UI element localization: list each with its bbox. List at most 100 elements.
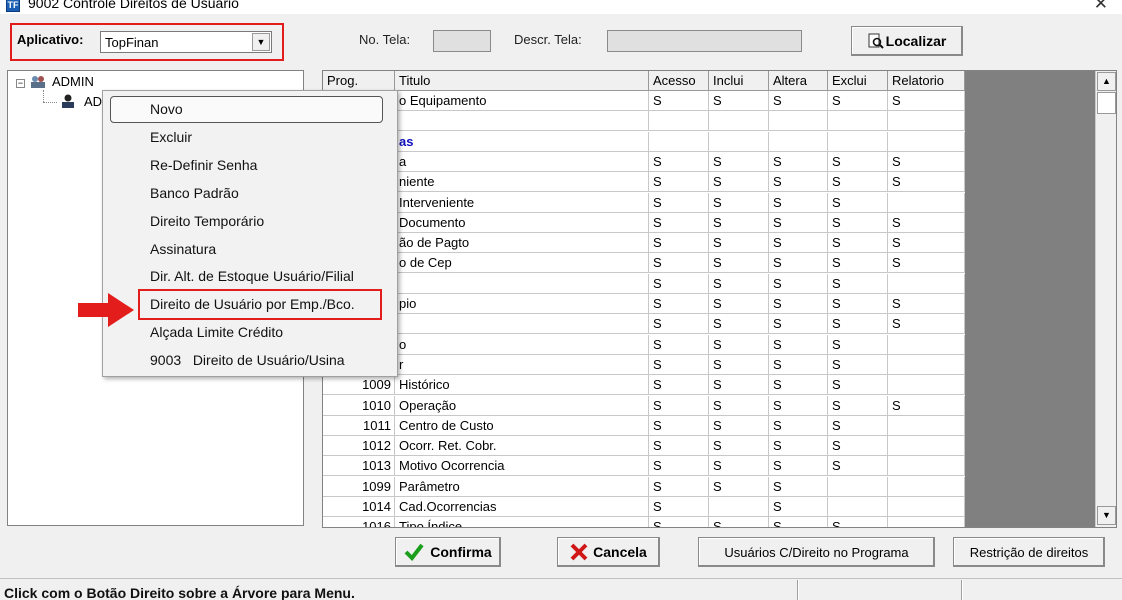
tree-item-admin[interactable]: ADMIN (52, 74, 94, 89)
cell-exclui[interactable] (828, 476, 888, 497)
cell-titulo[interactable]: pio (395, 294, 649, 314)
cell-altera[interactable]: S (769, 273, 828, 294)
cell-inclui[interactable]: S (709, 91, 769, 111)
cell-exclui[interactable] (828, 131, 888, 152)
menu-item-direito-temporario[interactable]: Direito Temporário (150, 213, 264, 229)
menu-item-assinatura[interactable]: Assinatura (150, 241, 216, 257)
cell-exclui[interactable]: S (828, 233, 888, 254)
cell-prog[interactable]: 1016 (323, 517, 395, 527)
table-row[interactable] (323, 111, 965, 132)
cell-exclui[interactable]: S (828, 415, 888, 436)
cell-altera[interactable]: S (769, 334, 828, 355)
table-row[interactable]: pio S S S S S (323, 294, 965, 314)
cell-acesso[interactable]: S (649, 436, 709, 457)
cell-altera[interactable]: S (769, 395, 828, 416)
scroll-up-icon[interactable]: ▲ (1097, 72, 1116, 91)
cell-exclui[interactable]: S (828, 192, 888, 213)
cell-inclui[interactable]: S (709, 456, 769, 477)
cell-inclui[interactable]: S (709, 395, 769, 416)
chevron-down-icon[interactable]: ▼ (252, 33, 270, 51)
cell-altera[interactable]: S (769, 253, 828, 274)
cell-relatorio[interactable] (888, 497, 965, 517)
cell-altera[interactable]: S (769, 314, 828, 335)
table-row[interactable]: 1016 Tipo Índice S S S S (323, 517, 965, 527)
cell-relatorio[interactable]: S (888, 233, 965, 254)
cell-relatorio[interactable]: S (888, 314, 965, 335)
cell-titulo[interactable] (395, 273, 649, 294)
confirma-button[interactable]: Confirma (395, 537, 501, 567)
cell-inclui[interactable]: S (709, 253, 769, 274)
cell-acesso[interactable] (649, 111, 709, 132)
table-row[interactable]: aSSSSS (323, 151, 965, 172)
cell-titulo[interactable]: Tipo Índice (395, 517, 649, 527)
cell-acesso[interactable]: S (649, 314, 709, 335)
cell-prog[interactable]: 1099 (323, 476, 395, 497)
cell-exclui[interactable]: S (828, 151, 888, 172)
cell-prog[interactable]: 1010 (323, 395, 395, 416)
cell-inclui[interactable]: S (709, 314, 769, 335)
cell-titulo[interactable]: o Equipamento (395, 91, 649, 111)
col-altera[interactable]: Altera (769, 71, 828, 91)
table-row[interactable]: SSSS (323, 273, 965, 294)
menu-item-novo[interactable]: Novo (150, 101, 183, 117)
cell-acesso[interactable]: S (649, 456, 709, 477)
cell-relatorio[interactable] (888, 375, 965, 396)
cell-altera[interactable] (769, 111, 828, 132)
cell-altera[interactable]: S (769, 172, 828, 193)
cell-relatorio[interactable]: S (888, 395, 965, 416)
cell-inclui[interactable]: S (709, 334, 769, 355)
cell-inclui[interactable]: S (709, 415, 769, 436)
cell-exclui[interactable] (828, 497, 888, 517)
cell-inclui[interactable]: S (709, 273, 769, 294)
col-relatorio[interactable]: Relatorio (888, 71, 965, 91)
cell-exclui[interactable]: S (828, 172, 888, 193)
rights-grid[interactable]: Prog. Titulo Acesso Inclui Altera Exclui… (322, 70, 1117, 528)
table-row[interactable]: 1011 Centro de Custo S S S S (323, 415, 965, 436)
collapse-icon[interactable]: − (16, 79, 25, 88)
cell-altera[interactable]: S (769, 192, 828, 213)
cell-exclui[interactable]: S (828, 273, 888, 294)
cell-acesso[interactable]: S (649, 354, 709, 375)
tree-item-user[interactable]: AD (84, 94, 102, 109)
cell-altera[interactable]: S (769, 476, 828, 497)
vertical-scrollbar[interactable]: ▲ ▼ (1095, 71, 1116, 527)
cell-titulo[interactable]: as (395, 131, 649, 152)
cell-acesso[interactable]: S (649, 476, 709, 497)
aplicativo-select[interactable]: TopFinan ▼ (100, 31, 272, 53)
cell-relatorio[interactable] (888, 131, 965, 152)
table-row[interactable]: oSSSS (323, 334, 965, 355)
cell-relatorio[interactable] (888, 517, 965, 527)
cell-exclui[interactable]: S (828, 334, 888, 355)
cell-inclui[interactable]: S (709, 436, 769, 457)
col-prog[interactable]: Prog. (323, 71, 395, 91)
cell-inclui[interactable]: S (709, 151, 769, 172)
cell-acesso[interactable]: S (649, 91, 709, 111)
cell-relatorio[interactable] (888, 334, 965, 355)
cell-acesso[interactable] (649, 131, 709, 152)
no-tela-field[interactable] (433, 30, 491, 52)
cell-exclui[interactable]: S (828, 294, 888, 314)
cell-titulo[interactable]: Histórico (395, 375, 649, 396)
cell-acesso[interactable]: S (649, 212, 709, 233)
cell-titulo[interactable]: Motivo Ocorrencia (395, 456, 649, 477)
cell-exclui[interactable]: S (828, 91, 888, 111)
cell-titulo[interactable]: niente (395, 172, 649, 193)
cell-relatorio[interactable]: S (888, 253, 965, 274)
table-row[interactable]: 1012 Ocorr. Ret. Cobr. S S S S (323, 436, 965, 457)
cell-altera[interactable]: S (769, 436, 828, 457)
cell-prog[interactable]: 1014 (323, 497, 395, 517)
col-inclui[interactable]: Inclui (709, 71, 769, 91)
cell-relatorio[interactable]: S (888, 212, 965, 233)
cell-altera[interactable]: S (769, 456, 828, 477)
cell-titulo[interactable]: Ocorr. Ret. Cobr. (395, 436, 649, 457)
cell-relatorio[interactable] (888, 273, 965, 294)
cell-altera[interactable]: S (769, 375, 828, 396)
cell-exclui[interactable]: S (828, 517, 888, 527)
scroll-down-icon[interactable]: ▼ (1097, 506, 1116, 525)
cell-titulo[interactable]: r (395, 354, 649, 375)
cell-altera[interactable]: S (769, 233, 828, 254)
cell-exclui[interactable]: S (828, 253, 888, 274)
cell-titulo[interactable]: o (395, 334, 649, 355)
table-row[interactable]: niente S S S S S (323, 172, 965, 193)
cell-acesso[interactable]: S (649, 151, 709, 172)
